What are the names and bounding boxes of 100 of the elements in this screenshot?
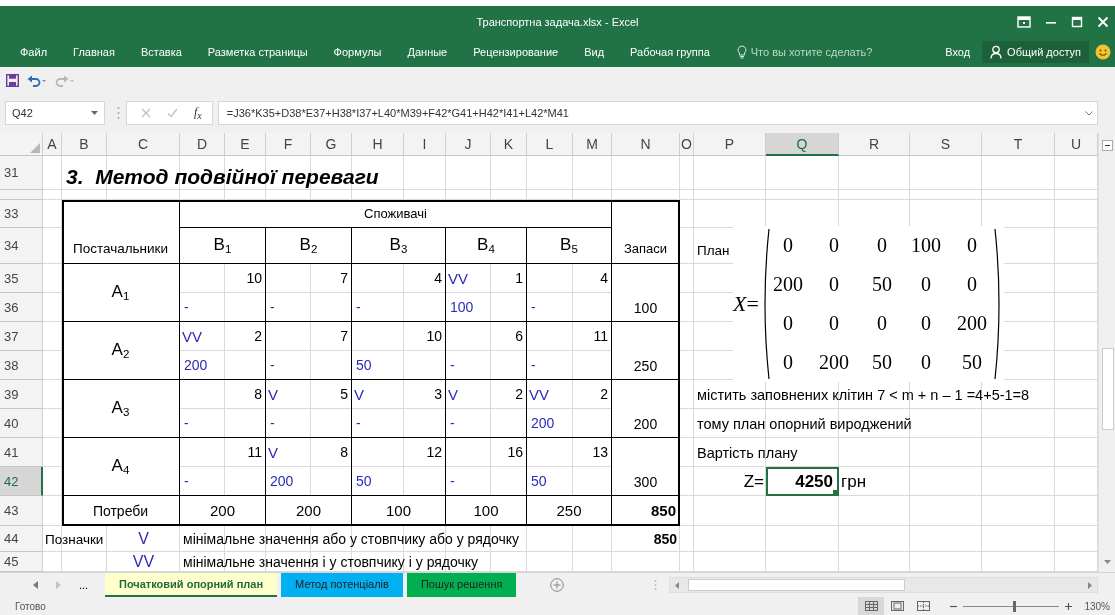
column-header[interactable]: Q — [766, 133, 839, 156]
zoom-level[interactable]: 130% — [1084, 600, 1110, 612]
scrollbar-thumb[interactable] — [1102, 348, 1114, 430]
lightbulb-icon — [736, 45, 747, 59]
column-header[interactable]: E — [225, 133, 266, 156]
row-header[interactable]: 40 — [0, 409, 43, 438]
column-header[interactable]: A — [43, 133, 62, 156]
row-header[interactable]: 33 — [0, 200, 43, 228]
consumer-label: B$_{5}$ — [527, 228, 612, 264]
ribbon-tab[interactable]: Вид — [571, 43, 618, 61]
plan-label: План — [696, 241, 730, 258]
sheet-tab[interactable]: Початковий опорний план — [105, 573, 278, 597]
cost-value: 3 — [434, 386, 443, 403]
row-header[interactable]: 38 — [0, 351, 43, 380]
column-header[interactable]: B — [62, 133, 107, 156]
tell-me-field[interactable]: Что вы хотите сделать? — [750, 46, 931, 58]
row-header[interactable]: 44 — [0, 526, 43, 552]
column-header[interactable]: F — [266, 133, 311, 156]
matrix-value: 50 — [870, 350, 893, 375]
scroll-down-icon[interactable] — [1104, 560, 1111, 564]
view-icon — [916, 601, 930, 611]
vertical-scrollbar[interactable] — [1098, 133, 1115, 572]
column-header[interactable]: H — [352, 133, 404, 156]
ribbon-tab[interactable]: Рецензирование — [460, 43, 572, 61]
row-header[interactable]: 39 — [0, 380, 43, 409]
ribbon-tab[interactable]: Разметка страницы — [194, 43, 321, 61]
cost-value: 16 — [507, 444, 524, 461]
plan-cost-cell[interactable]: 4250 — [766, 467, 839, 496]
sheet-tab[interactable]: Пошук решення — [406, 573, 517, 597]
row-header[interactable]: 37 — [0, 322, 43, 351]
mark-symbol: VV — [528, 385, 550, 403]
legend-label: Позначки — [44, 531, 105, 547]
maximize-icon[interactable] — [1071, 15, 1083, 28]
previous-sheet-icon[interactable] — [33, 581, 38, 589]
dropdown-caret-icon — [91, 111, 98, 115]
column-header[interactable]: N — [612, 133, 680, 156]
insert-function-button[interactable]: f$_{x}$ — [194, 104, 202, 122]
row-header[interactable]: 36 — [0, 293, 43, 322]
row-header[interactable]: 41 — [0, 438, 43, 467]
column-header[interactable]: U — [1055, 133, 1098, 156]
cost-value: 7 — [340, 328, 349, 345]
row-header[interactable]: 31 — [0, 156, 43, 190]
share-button[interactable]: Общий доступ — [982, 41, 1089, 63]
scroll-left-icon[interactable] — [675, 581, 680, 589]
ribbon-tab[interactable]: Вставка — [127, 43, 195, 61]
matrix-value: 0 — [781, 350, 794, 375]
normal-view-button[interactable] — [858, 597, 885, 615]
row-header[interactable]: 35 — [0, 264, 43, 293]
column-header[interactable]: L — [527, 133, 573, 156]
ribbon-tab[interactable]: Данные — [394, 43, 461, 61]
column-header[interactable]: S — [910, 133, 982, 156]
cost-value: 2 — [600, 386, 609, 403]
allocation-value: - — [183, 472, 190, 489]
window-layout-icon[interactable] — [1017, 15, 1031, 28]
column-header[interactable]: G — [311, 133, 352, 156]
allocation-value: - — [269, 414, 276, 431]
row-header[interactable]: 43 — [0, 496, 43, 526]
check-icon[interactable] — [167, 108, 178, 118]
row-header[interactable]: 34 — [0, 228, 43, 264]
horizontal-scrollbar[interactable] — [669, 577, 1098, 593]
view-icon — [890, 601, 904, 611]
ribbon-tab[interactable]: Формулы — [320, 43, 395, 61]
mark-symbol: VV — [181, 327, 203, 345]
zoom-in-icon[interactable] — [1065, 602, 1073, 610]
supplier-label: A$_{1}$ — [62, 264, 180, 322]
ribbon-tab[interactable]: Главная — [60, 43, 128, 61]
add-sheet-icon[interactable] — [550, 578, 565, 592]
row-header[interactable]: 45 — [0, 552, 43, 572]
sheet-tab[interactable]: Метод потенціалів — [281, 573, 403, 597]
cost-value: 2 — [515, 386, 524, 403]
column-header[interactable]: J — [446, 133, 491, 156]
section-title: 3. Метод подвійної переваги — [65, 164, 380, 190]
name-box[interactable]: Q42 — [5, 101, 105, 125]
scroll-right-icon[interactable] — [1088, 581, 1092, 589]
allocation-value: 50 — [530, 472, 548, 489]
save-icon[interactable] — [6, 73, 19, 87]
column-header[interactable]: M — [573, 133, 612, 156]
column-header[interactable]: O — [680, 133, 694, 156]
row-header[interactable]: 42 — [0, 467, 43, 496]
column-header[interactable]: I — [404, 133, 446, 156]
formula-field[interactable]: =J36*K35+D38*E37+H38*I37+L40*M39+F42*G41+H42*I41+L42*M41 — [217, 101, 1098, 125]
more-sheets-button[interactable]: ... — [79, 579, 89, 591]
ribbon-tab[interactable]: Рабочая группа — [617, 43, 723, 61]
smiley-icon[interactable] — [1095, 44, 1111, 60]
undo-icon[interactable] — [27, 73, 47, 87]
matrix-value: 0 — [875, 311, 888, 336]
legend-text: мінімальне значення або у стовпчику або у рядочку — [182, 531, 521, 547]
column-header[interactable]: T — [982, 133, 1055, 156]
close-icon[interactable] — [1097, 15, 1109, 28]
column-header[interactable]: R — [839, 133, 910, 156]
zoom-slider-thumb[interactable] — [1013, 600, 1017, 612]
ribbon-tab[interactable]: Файл — [7, 43, 61, 61]
allocation-value: - — [269, 298, 276, 315]
sign-in-button[interactable]: Вход — [939, 43, 977, 61]
collapse-icon[interactable] — [1101, 140, 1113, 151]
column-header[interactable]: D — [180, 133, 225, 156]
column-header[interactable]: K — [491, 133, 527, 156]
column-header[interactable]: P — [694, 133, 766, 156]
column-header[interactable]: C — [107, 133, 180, 156]
mark-symbol: V — [447, 385, 459, 403]
